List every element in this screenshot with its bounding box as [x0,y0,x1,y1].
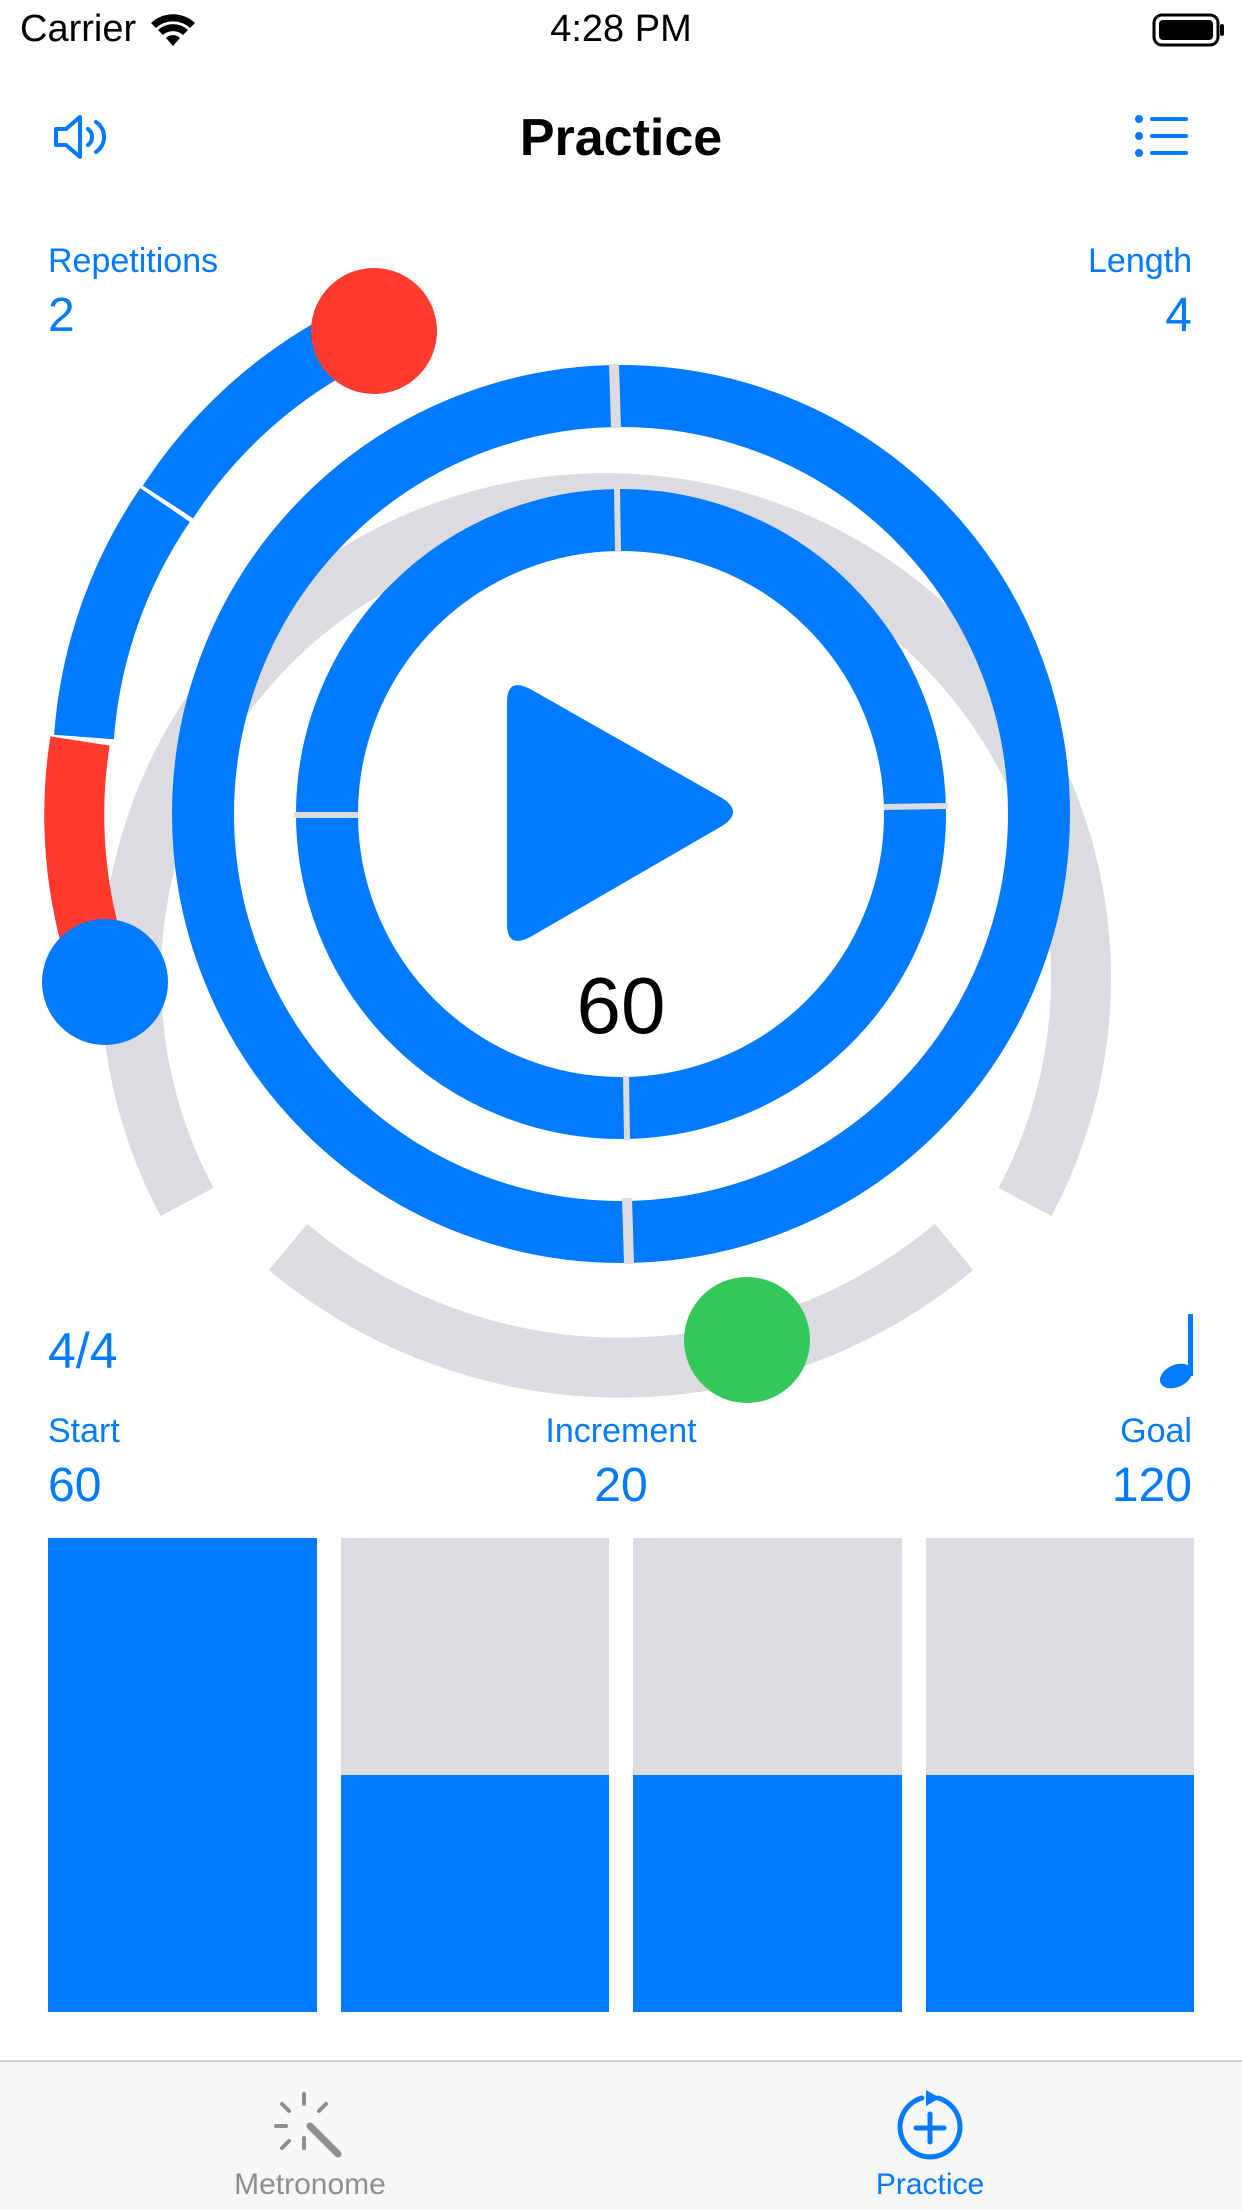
tab-bar: Metronome Practice [0,2060,1242,2210]
add-cycle-icon [730,2090,1130,2162]
quarter-note-icon[interactable] [1158,1312,1198,1395]
tempo-value: 60 [576,961,666,1050]
tempo-bar-fill [48,1538,317,2012]
tab-label: Metronome [234,2168,386,2201]
practice-dial[interactable] [0,0,1242,1420]
increment-label: Increment [545,1412,697,1450]
tab-label: Practice [875,2168,985,2201]
tempo-bar[interactable] [48,1538,317,2012]
tempo-bars [48,1538,1194,2012]
tempo-track [268,1223,974,1398]
tab-metronome[interactable]: Metronome [110,2062,510,2210]
goal-value: 120 [1111,1459,1192,1512]
time-signature[interactable]: 4/4 [48,1322,118,1380]
tempo-bar[interactable] [925,1538,1194,2012]
repetitions-progress-segment-1 [142,316,355,519]
tempo-bar-fill [925,1775,1194,2012]
tempo-bar[interactable] [340,1538,609,2012]
goal-knob[interactable] [684,1277,810,1403]
tempo-bar[interactable] [633,1538,902,2012]
tempo-bar-fill [340,1775,609,2012]
magic-wand-icon [110,2090,510,2162]
play-icon[interactable] [507,685,733,941]
repetitions-knob[interactable] [311,268,437,394]
increment-value: 20 [594,1459,648,1512]
repetitions-progress-segment-2 [54,488,190,740]
tab-practice[interactable]: Practice [730,2062,1130,2210]
tempo-bar-fill [633,1775,902,2012]
goal-label: Goal [1120,1412,1192,1450]
